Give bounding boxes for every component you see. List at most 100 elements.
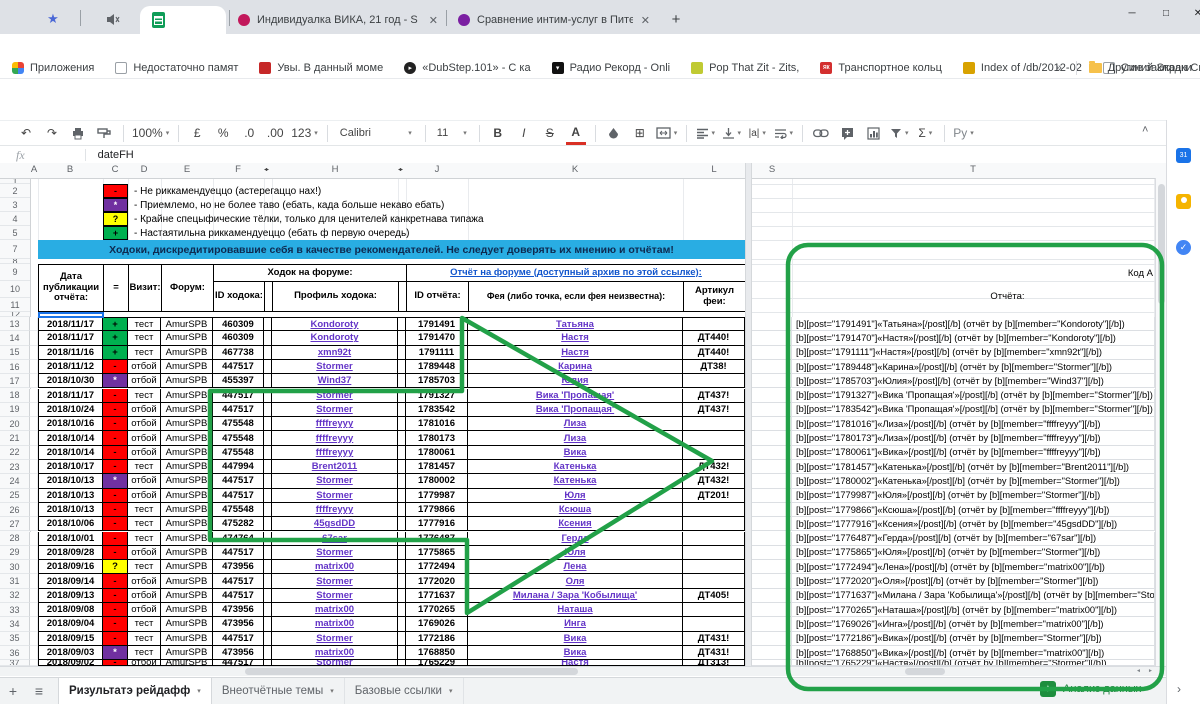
profile-link[interactable]: matrix00 — [315, 618, 354, 629]
cell-a[interactable] — [30, 460, 38, 474]
cell-report-id[interactable]: 1780002 — [406, 474, 468, 488]
profile-link[interactable]: matrix00 — [315, 647, 354, 658]
cell-sku[interactable]: ДТ38! — [683, 360, 745, 374]
cell-date[interactable]: 2018/09/14 — [38, 574, 103, 588]
cell-code[interactable]: [b][post="1775865"]«Юля»[/post][/b] (отч… — [792, 546, 1155, 560]
cell-date[interactable]: 2018/11/12 — [38, 360, 103, 374]
cell-forum[interactable]: AmurSPB — [161, 417, 213, 431]
row-number[interactable]: 9 — [0, 264, 30, 281]
cell-sku[interactable]: ДТ440! — [683, 346, 745, 360]
cell-date[interactable]: 2018/10/14 — [38, 446, 103, 460]
cell-sku[interactable] — [683, 603, 745, 617]
cell-walker-id[interactable]: 447517 — [213, 403, 264, 417]
cell-walker-id[interactable]: 447994 — [213, 460, 264, 474]
more-formats-icon[interactable]: 123▾ — [291, 123, 318, 143]
vertical-scrollbar[interactable]: ▲ ▼ — [1155, 178, 1166, 666]
legend-mark-cell[interactable]: ? — [103, 212, 128, 226]
row-number[interactable]: 2 — [0, 184, 30, 198]
cell-sku[interactable] — [683, 503, 745, 517]
cell-a[interactable] — [30, 632, 38, 646]
cell-visit[interactable]: тест — [128, 632, 161, 646]
column-header-A[interactable]: A — [31, 164, 37, 175]
horizontal-scrollbar[interactable]: ◄ ► — [0, 666, 1166, 676]
cell-s[interactable] — [752, 646, 792, 660]
column-header-T[interactable]: T — [970, 164, 976, 175]
cell-s[interactable] — [752, 360, 792, 374]
profile-link[interactable]: Stormer — [316, 547, 352, 558]
cell-s[interactable] — [752, 417, 792, 431]
cell-code[interactable]: [b][post="1789448"]«Карина»[/post][/b] (… — [792, 360, 1155, 374]
cell-s[interactable] — [752, 346, 792, 360]
cell-fairy[interactable]: Герда — [468, 532, 683, 546]
browser-tab[interactable]: Индивидуалка ВИКА, 21 год - S✕ — [232, 6, 444, 34]
insert-chart-icon[interactable] — [863, 123, 883, 143]
cell-forum[interactable]: AmurSPB — [161, 346, 213, 360]
cell-s[interactable] — [752, 617, 792, 631]
merge-cells-icon[interactable]: ▾ — [656, 123, 678, 143]
row-number[interactable]: 16 — [0, 360, 30, 374]
cell-code[interactable]: [b][post="1783542"]«Вика 'Пропащая'»[/po… — [792, 403, 1155, 417]
cell-report-id[interactable]: 1783542 — [406, 403, 468, 417]
scroll-up-icon[interactable]: ▲ — [1156, 640, 1166, 652]
scroll-right-icon[interactable]: ► — [1148, 668, 1153, 674]
cell-s[interactable] — [752, 374, 792, 388]
cell-mark[interactable]: - — [103, 589, 128, 603]
cell-mark[interactable]: * — [103, 646, 128, 660]
header-forum[interactable]: Форум: — [161, 264, 214, 312]
cell-fairy[interactable]: Вика 'Пропащая' — [468, 389, 683, 403]
cell-forum[interactable]: AmurSPB — [161, 646, 213, 660]
cell-fairy[interactable]: Катенька — [468, 474, 683, 488]
column-header-D[interactable]: D — [141, 164, 148, 175]
cell-report-id[interactable]: 1772186 — [406, 632, 468, 646]
fairy-link[interactable]: Юля — [564, 547, 585, 558]
cell-walker-id[interactable]: 473956 — [213, 617, 264, 631]
cell-mark[interactable]: - — [103, 360, 128, 374]
cell-mark[interactable]: - — [103, 603, 128, 617]
profile-link[interactable]: ffffreyyy — [316, 433, 354, 444]
cell-report-id[interactable]: 1777916 — [406, 517, 468, 531]
fairy-link[interactable]: Карина — [558, 361, 592, 372]
profile-link[interactable]: ffffreyyy — [316, 504, 354, 515]
row-number[interactable]: 21 — [0, 431, 30, 445]
cell-walker-id[interactable]: 447517 — [213, 546, 264, 560]
cell-code[interactable]: [b][post="1791470"]«Настя»[/post][/b] (о… — [792, 331, 1155, 345]
fairy-link[interactable]: Оля — [566, 576, 585, 587]
cell-a[interactable] — [30, 646, 38, 660]
redo-icon[interactable]: ↷ — [42, 123, 62, 143]
cell-code[interactable]: [b][post="1791491"]«Татьяна»[/post][/b] … — [792, 317, 1155, 331]
row-number[interactable]: 19 — [0, 403, 30, 417]
sheet-tab[interactable]: Ризультатэ рейдафф▾ — [58, 678, 212, 704]
column-header-K[interactable]: K — [572, 164, 578, 175]
cell-mark[interactable]: - — [103, 431, 128, 445]
row-number[interactable]: 25 — [0, 489, 30, 503]
profile-link[interactable]: xmn92t — [318, 347, 351, 358]
browser-tab[interactable]: Сравнение интим-услуг в Пите✕ — [452, 6, 656, 34]
cell-sku[interactable] — [683, 574, 745, 588]
fairy-link[interactable]: Герда — [561, 533, 588, 544]
header-walker-profile[interactable]: Профиль ходока: — [272, 281, 399, 312]
header-report-id[interactable]: ID отчёта: — [406, 281, 469, 312]
cell-visit[interactable]: тест — [128, 617, 161, 631]
cell-mark[interactable]: + — [103, 331, 128, 345]
cell-profile[interactable]: matrix00 — [272, 646, 398, 660]
cell-visit[interactable]: тест — [128, 503, 161, 517]
cell-report-id[interactable]: 1771637 — [406, 589, 468, 603]
text-rotation-icon[interactable]: |а|▾ — [747, 123, 767, 143]
cell-walker-id[interactable]: 475548 — [213, 503, 264, 517]
cell-s[interactable] — [752, 574, 792, 588]
header-walker-group[interactable]: Ходок на форуме: — [213, 264, 407, 282]
cell-a[interactable] — [30, 589, 38, 603]
profile-link[interactable]: ffffreyyy — [316, 418, 354, 429]
cell-date[interactable]: 2018/10/24 — [38, 403, 103, 417]
bookmark-item[interactable]: Приложения — [12, 62, 94, 74]
cell-date[interactable]: 2018/11/17 — [38, 331, 103, 345]
cell-fairy[interactable]: Вика — [468, 646, 683, 660]
header-sku[interactable]: Артикул феи: — [683, 281, 746, 312]
cell-forum[interactable]: AmurSPB — [161, 574, 213, 588]
cell-date[interactable]: 2018/11/17 — [38, 389, 103, 403]
cell-fairy[interactable]: Вика — [468, 446, 683, 460]
cell-forum[interactable]: AmurSPB — [161, 617, 213, 631]
text-color-icon[interactable]: А — [566, 122, 586, 145]
cell-mark[interactable]: - — [103, 389, 128, 403]
strikethrough-icon[interactable]: S — [540, 123, 560, 143]
